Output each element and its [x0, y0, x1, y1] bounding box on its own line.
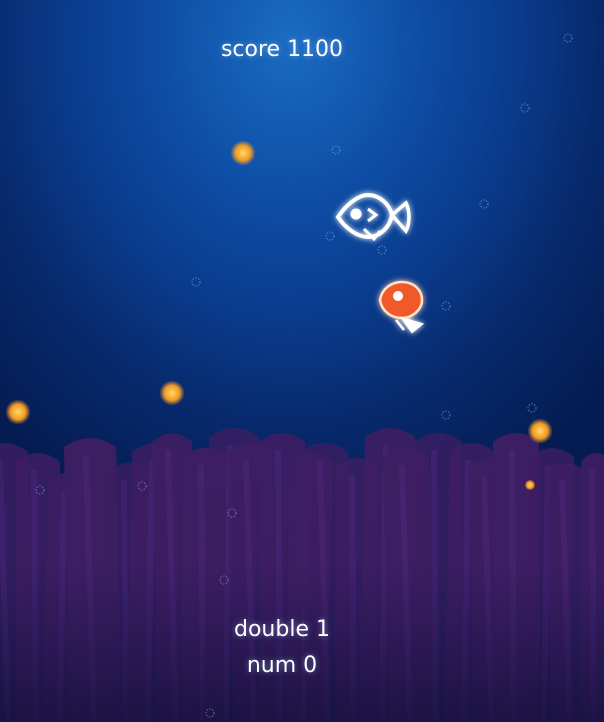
score-label: score: [220, 37, 281, 62]
double-value: 1: [315, 617, 330, 642]
enemy-fish[interactable]: [378, 280, 425, 334]
num-label: num: [246, 653, 297, 678]
food-pellet: [230, 140, 256, 166]
sparkle-particle: [377, 245, 387, 255]
player-eye: [350, 208, 362, 220]
num-display: num 0: [247, 655, 317, 677]
food-pellet: [5, 399, 31, 425]
game-scene: [0, 33, 604, 722]
sparkle-particle: [520, 103, 530, 113]
sparkle-particle: [479, 199, 489, 209]
sparkle-particle: [331, 145, 341, 155]
sparkle-particle: [563, 33, 573, 43]
score-display: score 1100: [221, 39, 343, 61]
food-pellet: [524, 479, 536, 491]
double-display: double 1: [234, 619, 330, 641]
game-stage[interactable]: score 1100 double 1 num 0: [0, 0, 604, 722]
sparkle-particle: [527, 403, 537, 413]
num-value: 0: [303, 653, 318, 678]
score-value: 1100: [287, 37, 344, 62]
player-fish[interactable]: [335, 192, 411, 242]
enemy-eye: [393, 291, 403, 301]
double-label: double: [234, 617, 309, 642]
sparkle-particle: [441, 301, 451, 311]
food-pellet: [527, 418, 553, 444]
sparkle-particle: [441, 410, 451, 420]
sparkle-particle: [191, 277, 201, 287]
food-pellet: [159, 380, 185, 406]
sparkle-particle: [325, 231, 335, 241]
